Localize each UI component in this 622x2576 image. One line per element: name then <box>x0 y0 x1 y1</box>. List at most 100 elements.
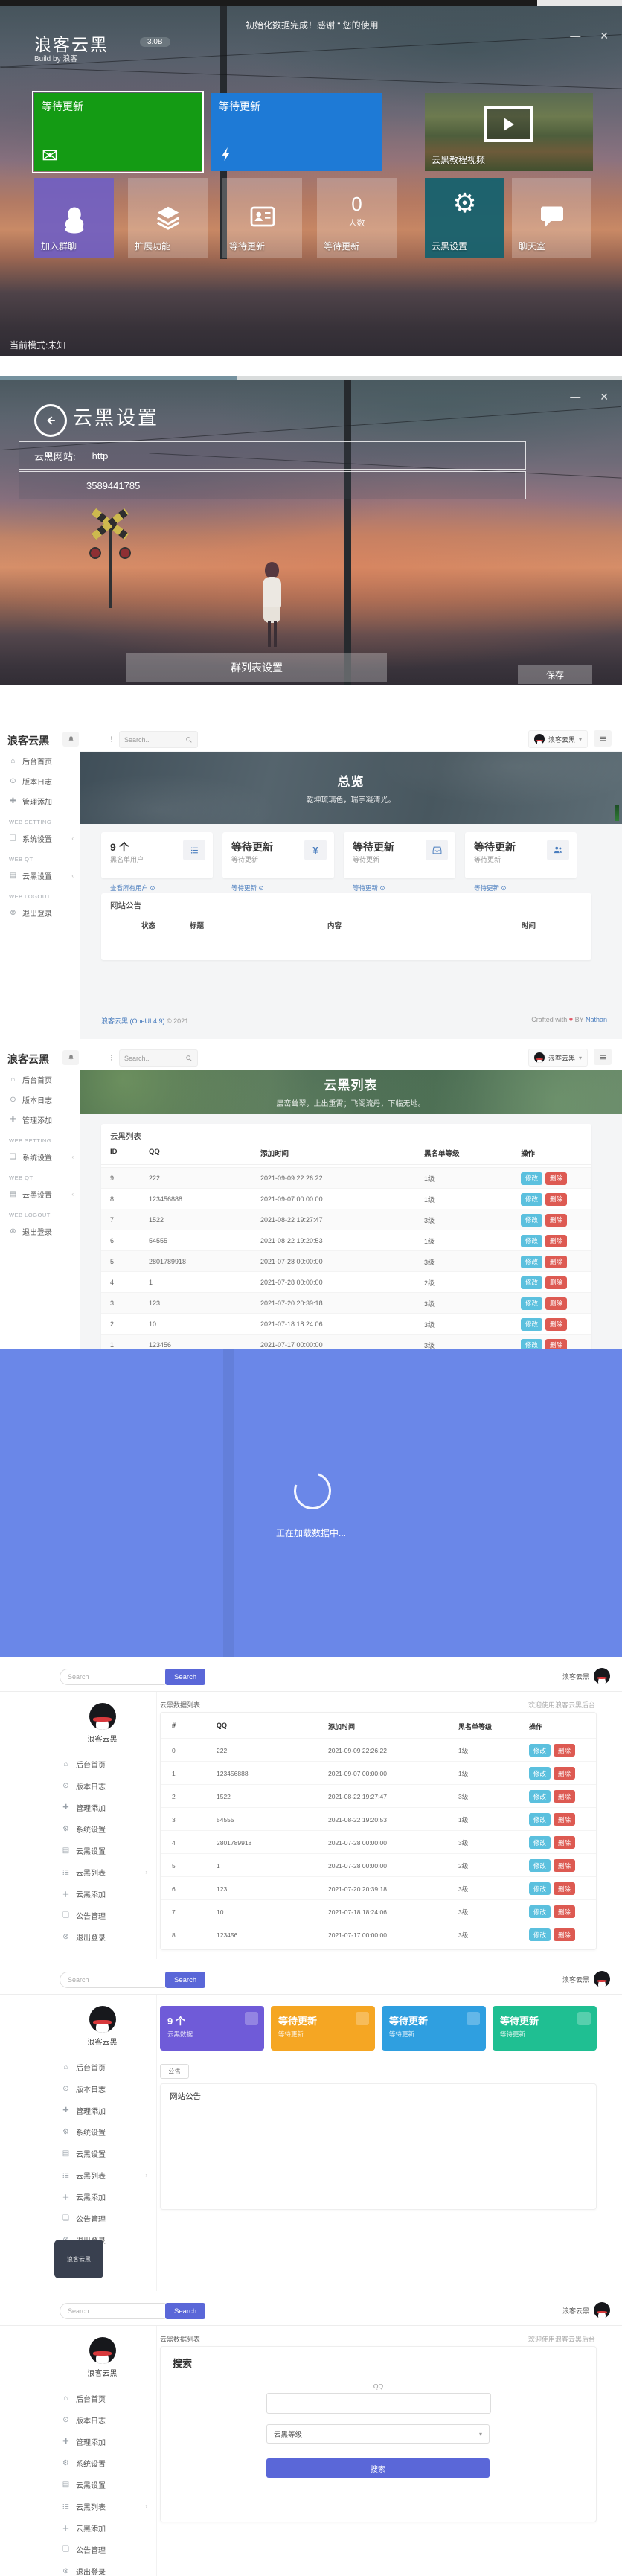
tile-pending-update[interactable]: 等待更新 <box>211 93 382 171</box>
sidebar-item[interactable]: ▤ 云黑设置 ‹ <box>0 866 80 886</box>
admin-menu-item[interactable]: 云黑列表 › <box>48 2164 156 2186</box>
sidebar-item[interactable]: ⌂ 后台首页 <box>0 1070 80 1090</box>
site-url-field[interactable]: 云黑网站: http <box>19 441 526 470</box>
delete-button[interactable]: 删除 <box>554 1790 575 1803</box>
footer-brand-link[interactable]: 浪客云黑 (OneUI 4.9) <box>101 1017 165 1025</box>
owner-qq-field[interactable]: 3589441785 <box>19 471 526 499</box>
close-button[interactable]: ✕ <box>600 391 609 403</box>
admin-search-input[interactable]: Search <box>60 1669 171 1685</box>
edit-button[interactable]: 修改 <box>521 1172 542 1185</box>
edit-button[interactable]: 修改 <box>521 1339 542 1350</box>
edit-button[interactable]: 修改 <box>529 1905 551 1918</box>
edit-button[interactable]: 修改 <box>529 1859 551 1872</box>
sidebar-item[interactable]: ⌂ 后台首页 <box>0 751 80 771</box>
admin-search-button[interactable]: Search <box>165 1669 205 1685</box>
edit-button[interactable]: 修改 <box>529 1882 551 1895</box>
admin-search-input[interactable]: Search <box>60 2303 171 2319</box>
delete-button[interactable]: 删除 <box>545 1318 567 1331</box>
tile-2[interactable]: 等待更新 <box>222 178 302 258</box>
admin-search-input[interactable]: Search <box>60 1972 171 1988</box>
bell-icon[interactable] <box>62 1050 79 1065</box>
admin-menu-item[interactable]: ＋ 云黑添加 <box>48 2186 156 2208</box>
admin-menu-item[interactable]: ✚ 管理添加 <box>48 1797 156 1818</box>
edit-button[interactable]: 修改 <box>521 1276 542 1289</box>
delete-button[interactable]: 删除 <box>554 1928 575 1941</box>
admin-menu-item[interactable]: ⌂ 后台首页 <box>48 2388 156 2409</box>
tile-4[interactable]: ⚙云黑设置 <box>425 178 504 258</box>
delete-button[interactable]: 删除 <box>554 1744 575 1757</box>
sidebar-item[interactable]: ✚ 管理添加 <box>0 791 80 811</box>
edit-button[interactable]: 修改 <box>521 1235 542 1247</box>
admin-menu-item[interactable]: ⚙ 系统设置 <box>48 2452 156 2474</box>
bell-icon[interactable] <box>62 732 79 747</box>
edit-button[interactable]: 修改 <box>521 1318 542 1331</box>
admin-menu-item[interactable]: 云黑列表 › <box>48 2496 156 2517</box>
admin-menu-item[interactable]: ✚ 管理添加 <box>48 2431 156 2452</box>
delete-button[interactable]: 删除 <box>545 1193 567 1206</box>
sidebar-item[interactable]: ⊙ 版本日志 <box>0 771 80 791</box>
save-button[interactable]: 保存 <box>518 665 592 684</box>
admin-menu-item[interactable]: ❏ 公告管理 <box>48 2208 156 2229</box>
announcement-tab[interactable]: 公告 <box>160 2064 189 2079</box>
admin-user-menu[interactable]: 浪客云黑 <box>562 1971 610 1987</box>
delete-button[interactable]: 删除 <box>554 1767 575 1780</box>
footer-author-link[interactable]: Nathan <box>586 1016 607 1023</box>
minimize-button[interactable]: — <box>570 391 580 403</box>
brand-logo[interactable]: 浪客云黑 <box>7 733 49 748</box>
edit-button[interactable]: 修改 <box>521 1256 542 1268</box>
admin-menu-item[interactable]: ⌂ 后台首页 <box>48 1754 156 1775</box>
sidebar-item[interactable]: ✚ 管理添加 <box>0 1110 80 1130</box>
sidebar-item[interactable]: ▤ 云黑设置 ‹ <box>0 1184 80 1204</box>
stat-link[interactable]: 等待更新 ⊙ <box>353 883 385 892</box>
edit-button[interactable]: 修改 <box>521 1193 542 1206</box>
admin-menu-item[interactable]: ⊙ 版本日志 <box>48 2409 156 2431</box>
delete-button[interactable]: 删除 <box>554 1882 575 1895</box>
delete-button[interactable]: 删除 <box>554 1859 575 1872</box>
edit-button[interactable]: 修改 <box>529 1928 551 1941</box>
admin-menu-item[interactable]: ⊙ 版本日志 <box>48 2078 156 2100</box>
admin-menu-item[interactable]: ⚙ 系统设置 <box>48 1818 156 1840</box>
admin-menu-item[interactable]: ▤ 云黑设置 <box>48 2474 156 2496</box>
admin-menu-item[interactable]: ▤ 云黑设置 <box>48 2143 156 2164</box>
delete-button[interactable]: 删除 <box>545 1339 567 1350</box>
edit-button[interactable]: 修改 <box>521 1214 542 1227</box>
edit-button[interactable]: 修改 <box>529 1836 551 1849</box>
qq-input[interactable] <box>266 2393 491 2414</box>
admin-menu-item[interactable]: ⊗ 退出登录 <box>48 1926 156 1948</box>
delete-button[interactable]: 删除 <box>554 1905 575 1918</box>
admin-menu-item[interactable]: ✚ 管理添加 <box>48 2100 156 2121</box>
hamburger-icon[interactable] <box>594 1049 612 1065</box>
edit-button[interactable]: 修改 <box>529 1790 551 1803</box>
web-search-input[interactable]: Search.. <box>119 731 198 748</box>
sidebar-item[interactable]: ⊗ 退出登录 <box>0 1221 80 1241</box>
admin-menu-item[interactable]: ＋ 云黑添加 <box>48 2517 156 2539</box>
edit-button[interactable]: 修改 <box>521 1297 542 1310</box>
hamburger-icon[interactable] <box>594 730 612 747</box>
brand-logo[interactable]: 浪客云黑 <box>7 1052 49 1067</box>
tile-tutorial-video[interactable]: 云黑教程视频 <box>425 93 593 171</box>
admin-menu-item[interactable]: ⚙ 系统设置 <box>48 2121 156 2143</box>
minimize-button[interactable]: — <box>570 30 580 42</box>
delete-button[interactable]: 删除 <box>545 1172 567 1185</box>
delete-button[interactable]: 删除 <box>545 1214 567 1227</box>
delete-button[interactable]: 删除 <box>554 1836 575 1849</box>
search-submit-button[interactable]: 搜索 <box>266 2458 490 2478</box>
sidebar-item[interactable]: ⊙ 版本日志 <box>0 1090 80 1110</box>
delete-button[interactable]: 删除 <box>545 1256 567 1268</box>
tile-1[interactable]: 扩展功能 <box>128 178 208 258</box>
tile-3[interactable]: 0人数等待更新 <box>317 178 397 258</box>
delete-button[interactable]: 删除 <box>545 1297 567 1310</box>
admin-menu-item[interactable]: ❏ 公告管理 <box>48 2539 156 2560</box>
edit-button[interactable]: 修改 <box>529 1767 551 1780</box>
user-menu[interactable]: 浪客云黑▾ <box>528 1049 588 1067</box>
admin-search-button[interactable]: Search <box>165 2303 205 2319</box>
delete-button[interactable]: 删除 <box>554 1813 575 1826</box>
sidebar-item[interactable]: ❏ 系统设置 ‹ <box>0 828 80 848</box>
edit-button[interactable]: 修改 <box>529 1813 551 1826</box>
dots-menu-icon[interactable] <box>106 732 118 747</box>
admin-menu-item[interactable]: ❏ 公告管理 <box>48 1905 156 1926</box>
stat-link[interactable]: 等待更新 ⊙ <box>231 883 263 892</box>
user-menu[interactable]: 浪客云黑▾ <box>528 730 588 748</box>
close-button[interactable]: ✕ <box>600 30 609 42</box>
stat-link[interactable]: 等待更新 ⊙ <box>474 883 506 892</box>
